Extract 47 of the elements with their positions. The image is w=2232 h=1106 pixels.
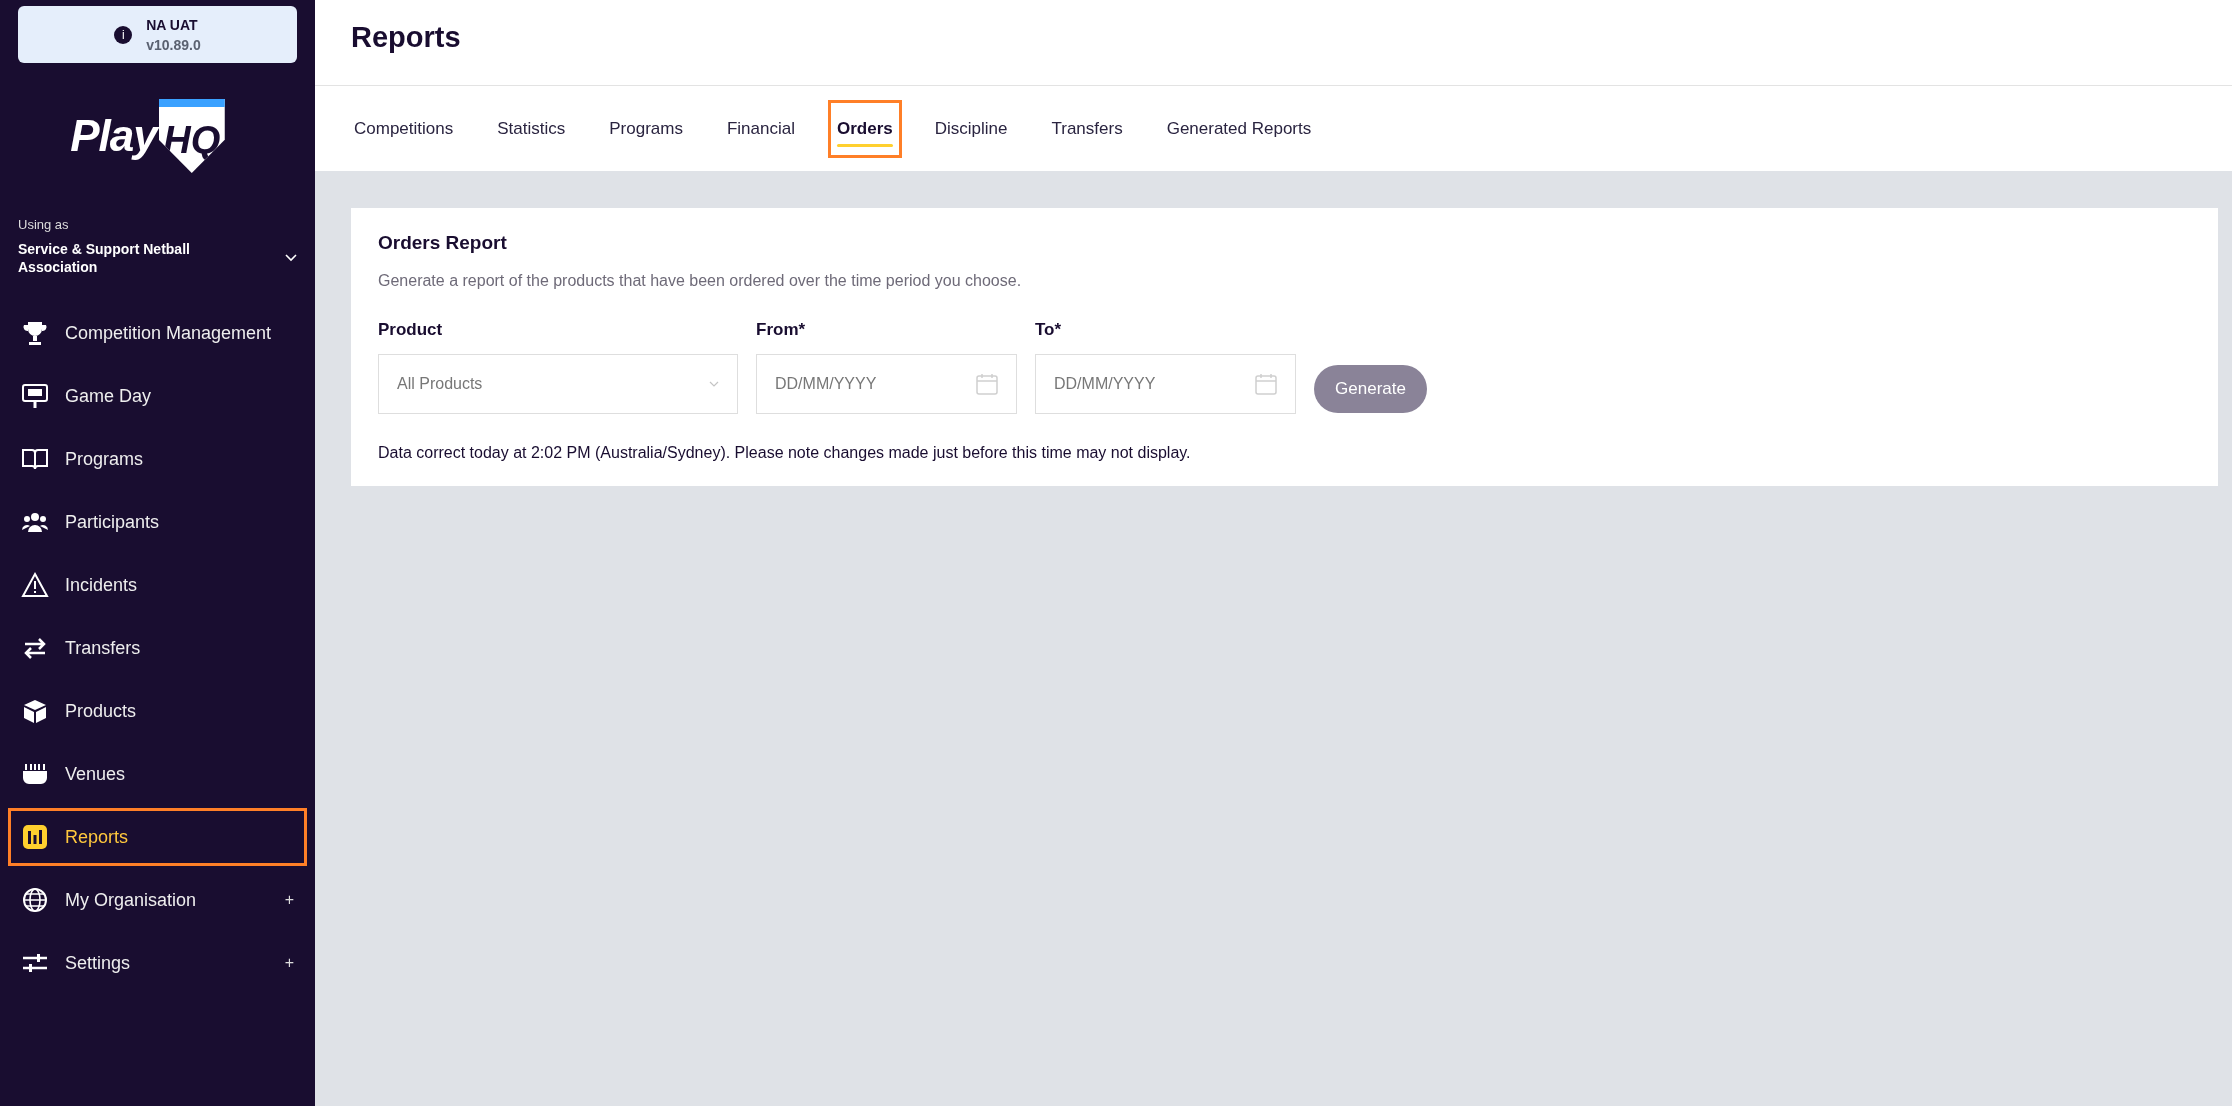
calendar-icon — [975, 372, 999, 396]
chevron-down-icon — [709, 381, 719, 387]
tab[interactable]: Generated Reports — [1155, 99, 1323, 158]
report-description: Generate a report of the products that have been ordered over the time period you choose. — [378, 272, 1023, 290]
bar-chart-icon — [21, 823, 49, 851]
field-label: From* — [756, 320, 807, 340]
data-note: Data correct today at 2:02 PM (Australia/Sydney). Please note changes made just before this time may not display. — [378, 444, 1192, 462]
generate-button[interactable]: Generate — [1314, 365, 1427, 413]
tab[interactable]: Discipline — [923, 99, 1019, 158]
environment-name: NA UAT — [146, 16, 198, 33]
calendar-icon — [1254, 372, 1278, 396]
globe-icon — [21, 886, 49, 914]
nav-item[interactable]: Competition Management — [8, 304, 307, 362]
nav-item[interactable]: Incidents — [8, 556, 307, 614]
organisation-selector[interactable]: Service & Support Netball Association — [18, 240, 297, 276]
date-field[interactable]: DD/MM/YYYY — [1035, 354, 1296, 414]
report-title: Orders Report — [378, 232, 508, 254]
tab[interactable]: Orders — [828, 99, 902, 158]
using-as-label: Using as — [18, 217, 70, 232]
chevron-down-icon — [285, 254, 297, 262]
nav-item[interactable]: Transfers — [8, 619, 307, 677]
field-label: To* — [1035, 320, 1063, 340]
nav-item[interactable]: Products — [8, 682, 307, 740]
tab[interactable]: Competitions — [351, 99, 465, 158]
nav-item[interactable]: My Organisation + — [8, 871, 307, 929]
product-dropdown[interactable]: All Products — [378, 354, 738, 414]
nav-item[interactable]: Venues — [8, 745, 307, 803]
tab[interactable]: Statistics — [486, 99, 577, 158]
warning-icon — [21, 571, 49, 599]
expand-toggle[interactable]: + — [284, 954, 294, 972]
info-icon: i — [114, 25, 133, 44]
tab[interactable]: Financial — [715, 99, 806, 158]
nav-item[interactable]: Game Day — [8, 367, 307, 425]
scoreboard-icon — [21, 382, 49, 410]
date-field[interactable]: DD/MM/YYYY — [756, 354, 1017, 414]
trophy-icon — [21, 319, 49, 347]
nav-item[interactable]: Reports — [8, 808, 307, 866]
expand-toggle[interactable]: + — [284, 891, 294, 909]
nav-item[interactable]: Participants — [8, 493, 307, 551]
field-label: Product — [378, 320, 444, 340]
box-icon — [21, 697, 49, 725]
tab[interactable]: Transfers — [1040, 99, 1134, 158]
page-title: Reports — [351, 21, 461, 54]
version-label: v10.89.0 — [146, 36, 201, 53]
nav-item[interactable]: Programs — [8, 430, 307, 488]
tab[interactable]: Programs — [598, 99, 694, 158]
nav-item[interactable]: Settings + — [8, 934, 307, 992]
